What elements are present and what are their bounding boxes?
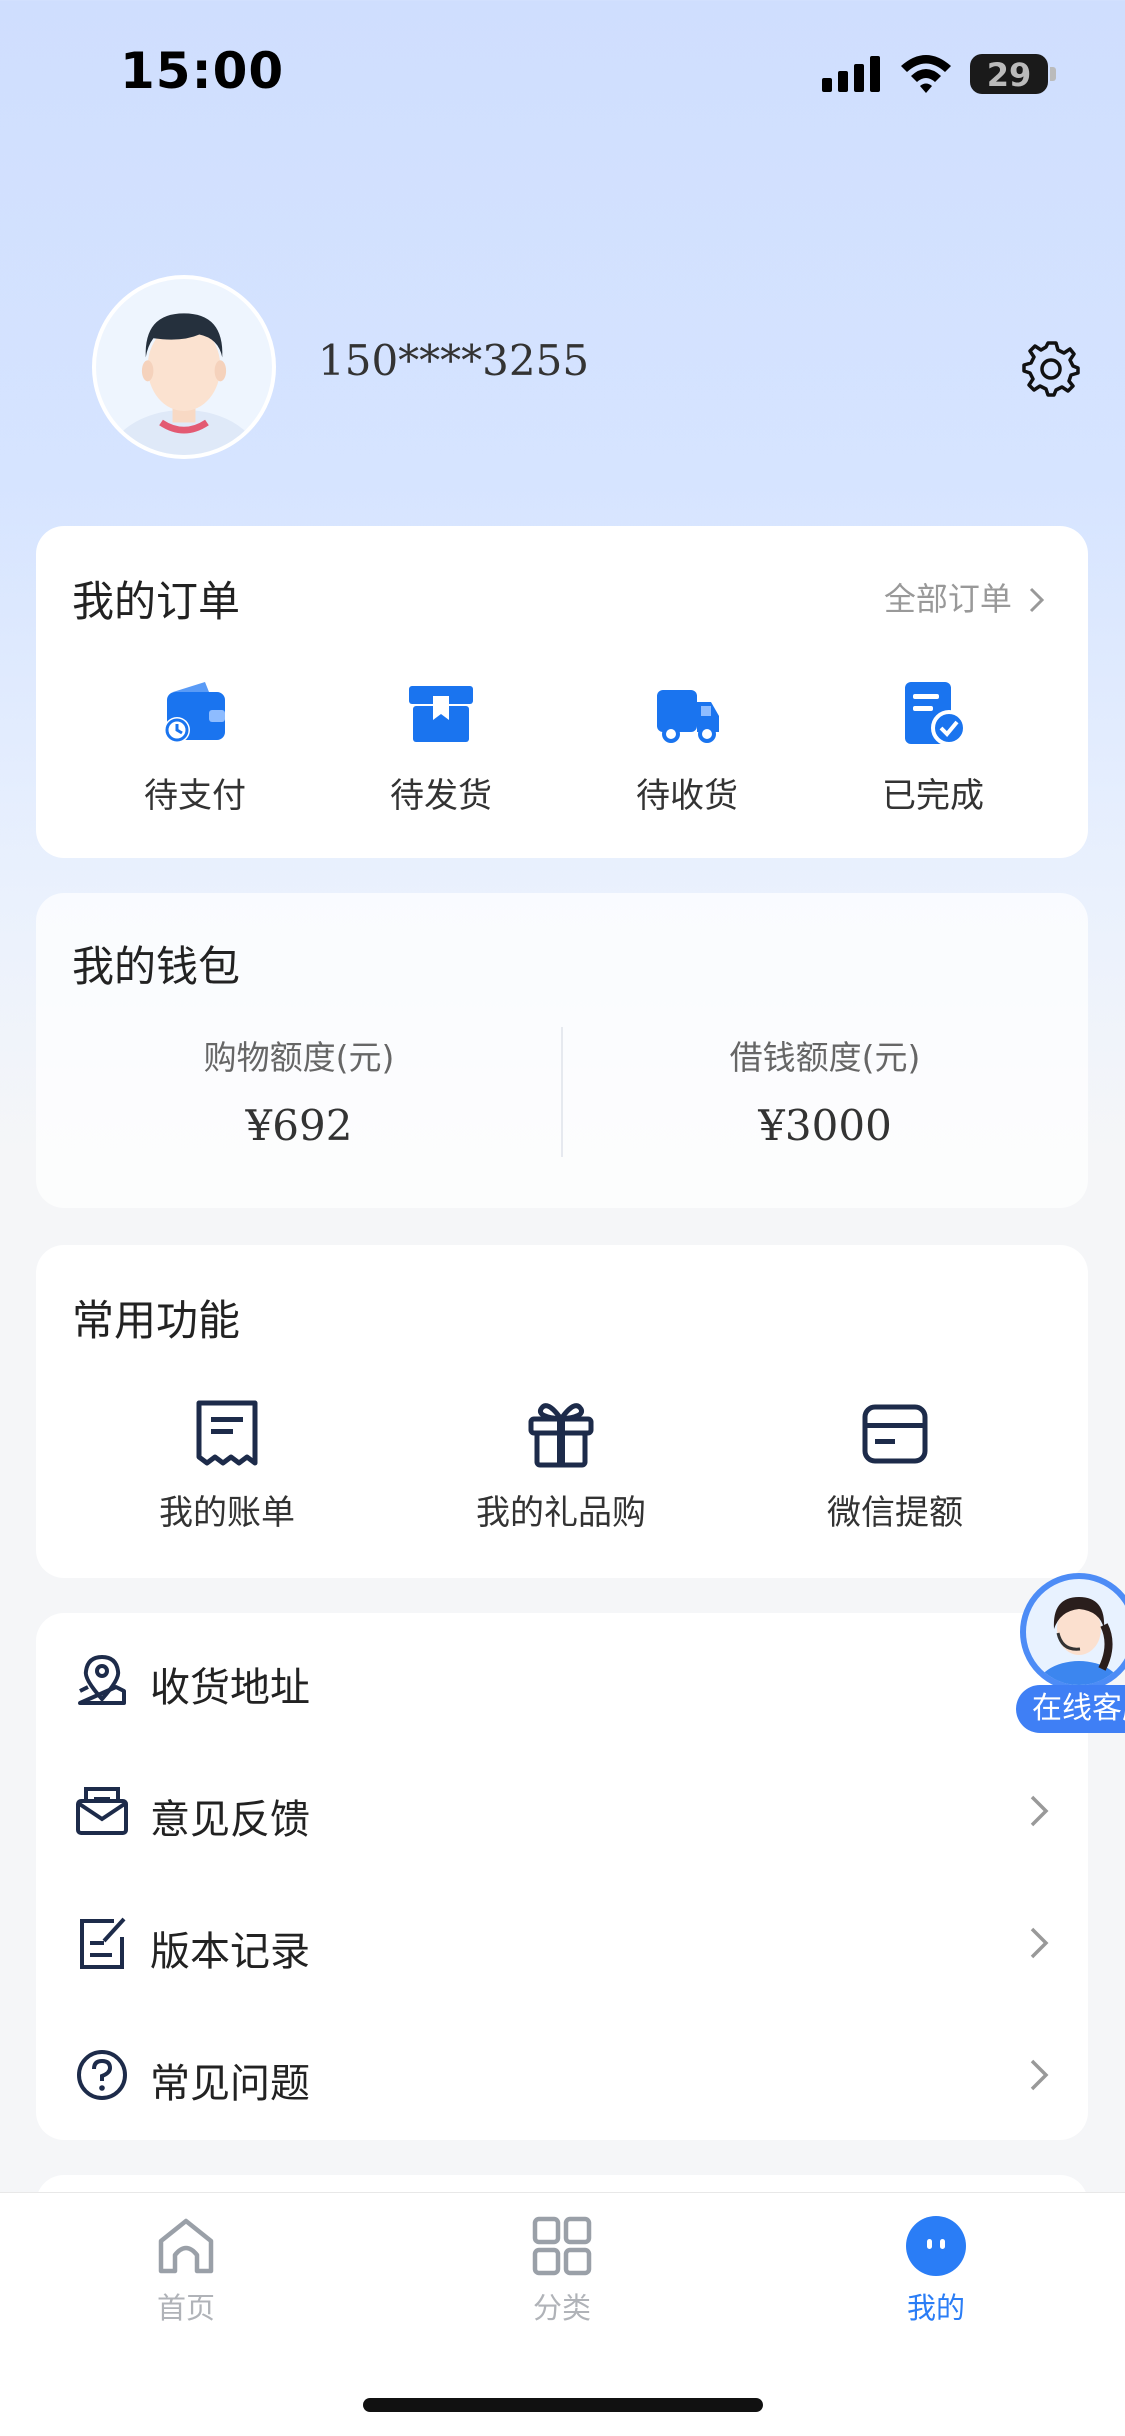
home-indicator (363, 2398, 763, 2412)
box-icon (409, 686, 473, 742)
orders-title: 我的订单 (72, 577, 241, 626)
function-gift-purchase[interactable]: 我的礼品购 (394, 1395, 728, 1534)
function-wechat-increase-label: 微信提额 (827, 1493, 963, 1533)
chevron-right-icon (1030, 1927, 1049, 1959)
shopping-credit-value: ¥692 (245, 1101, 353, 1150)
cellular-signal-icon (822, 56, 880, 92)
function-my-bill-label: 我的账单 (159, 1493, 295, 1533)
borrow-credit-label: 借钱额度(元) (729, 1038, 921, 1077)
battery-level: 29 (986, 56, 1032, 94)
menu-item-faq-label: 常见问题 (150, 2061, 310, 2107)
settings-menu-card: 收货地址 意见反馈 版本记录 常见问题 (36, 1613, 1088, 2140)
card-icon (862, 1404, 928, 1464)
order-pending-shipment[interactable]: 待发货 (318, 676, 564, 836)
tab-home[interactable]: 首页 (86, 2215, 286, 2327)
tab-category[interactable]: 分类 (462, 2215, 662, 2327)
chevron-right-icon (1030, 1795, 1049, 1827)
chevron-right-icon (1029, 587, 1045, 613)
wallet-title: 我的钱包 (72, 942, 241, 991)
wallet-card: 我的钱包 购物额度(元) ¥692 借钱额度(元) ¥3000 (36, 893, 1088, 1208)
envelope-icon (76, 1787, 128, 1835)
order-pending-receipt-label: 待收货 (636, 776, 738, 816)
menu-item-version-history[interactable]: 版本记录 (36, 1877, 1088, 2009)
menu-item-address-label: 收货地址 (150, 1665, 310, 1711)
avatar[interactable] (92, 275, 276, 459)
customer-service-label: 在线客服 (1016, 1685, 1125, 1733)
document-check-icon (905, 682, 967, 746)
menu-item-version-history-label: 版本记录 (150, 1929, 310, 1975)
orders-card: 我的订单 全部订单 待支付 待发货 待收货 已完成 (36, 526, 1088, 858)
order-completed[interactable]: 已完成 (810, 676, 1056, 836)
wifi-icon (901, 55, 951, 93)
battery-icon: 29 (970, 54, 1048, 94)
common-functions-card: 常用功能 我的账单 我的礼品购 微信提额 (36, 1245, 1088, 1578)
gift-icon (528, 1403, 594, 1468)
borrow-credit[interactable]: 借钱额度(元) ¥3000 (562, 1031, 1088, 1150)
tab-category-label: 分类 (532, 2291, 591, 2325)
tab-home-label: 首页 (156, 2291, 215, 2325)
borrow-credit-value: ¥3000 (758, 1101, 892, 1150)
order-pending-payment-label: 待支付 (144, 776, 246, 816)
question-circle-icon (77, 2050, 127, 2100)
wallet-clock-icon (164, 682, 225, 743)
function-gift-purchase-label: 我的礼品购 (476, 1493, 646, 1533)
all-orders-label: 全部订单 (883, 580, 1012, 618)
settings-gear-icon[interactable] (1022, 340, 1080, 398)
truck-icon (657, 690, 719, 743)
grid-icon (532, 2216, 592, 2276)
menu-item-feedback-label: 意见反馈 (150, 1797, 310, 1843)
menu-item-feedback[interactable]: 意见反馈 (36, 1745, 1088, 1877)
map-pin-icon (78, 1654, 126, 1705)
receipt-icon (196, 1400, 258, 1466)
function-wechat-increase[interactable]: 微信提额 (728, 1395, 1062, 1534)
order-pending-payment[interactable]: 待支付 (72, 676, 318, 836)
menu-item-address[interactable]: 收货地址 (36, 1613, 1088, 1745)
function-my-bill[interactable]: 我的账单 (60, 1395, 394, 1534)
order-pending-shipment-label: 待发货 (390, 776, 492, 816)
home-icon (158, 2218, 214, 2274)
shopping-credit[interactable]: 购物额度(元) ¥692 (36, 1031, 562, 1150)
chevron-right-icon (1030, 2059, 1049, 2091)
functions-row: 我的账单 我的礼品购 微信提额 (36, 1395, 1088, 1534)
order-status-row: 待支付 待发货 待收货 已完成 (36, 676, 1088, 836)
all-orders-link[interactable]: 全部订单 (884, 574, 1046, 620)
common-functions-title: 常用功能 (72, 1296, 241, 1345)
battery-tip (1050, 67, 1056, 81)
profile-face-icon (906, 2216, 966, 2276)
customer-service-avatar (1020, 1573, 1125, 1691)
tab-mine-label: 我的 (906, 2291, 965, 2325)
order-pending-receipt[interactable]: 待收货 (564, 676, 810, 836)
menu-item-faq[interactable]: 常见问题 (36, 2009, 1088, 2141)
online-customer-service-button[interactable]: 在线客服 (1016, 1573, 1125, 1743)
order-completed-label: 已完成 (882, 776, 984, 816)
tab-mine[interactable]: 我的 (836, 2215, 1036, 2327)
shopping-credit-label: 购物额度(元) (203, 1038, 395, 1077)
user-phone: 150****3255 (318, 336, 590, 385)
edit-note-icon (80, 1917, 126, 1969)
status-time: 15:00 (120, 42, 285, 100)
